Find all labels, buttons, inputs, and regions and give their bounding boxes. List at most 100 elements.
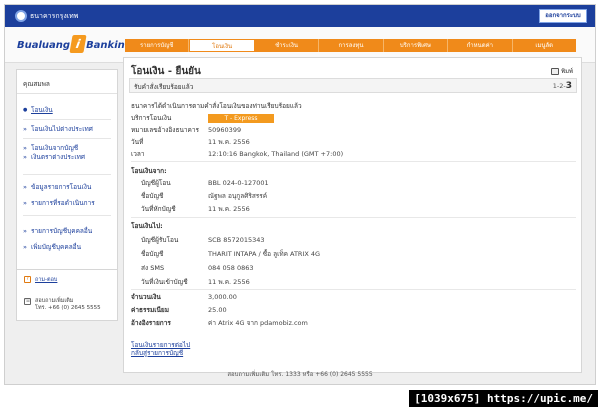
amount-label: จำนวนเงิน bbox=[131, 293, 161, 301]
divider bbox=[131, 217, 576, 218]
help-box: ? ถาม-ตอบ ☏ สอบถามเพิ่มเติม โทร. +66 (0)… bbox=[16, 269, 118, 321]
service-row: บริการโอนเงิน T - Express bbox=[131, 114, 274, 123]
sidebar-divider bbox=[23, 138, 111, 139]
memo-value: ค่า Atrix 4G จาก pdamobiz.com bbox=[208, 319, 308, 327]
logout-button[interactable]: ออกจากระบบ bbox=[539, 9, 587, 23]
memo-row: อ้างอิงรายการ ค่า Atrix 4G จาก pdamobiz.… bbox=[131, 319, 308, 328]
sidebar-divider bbox=[23, 215, 111, 216]
to-header: โอนเงินไป: bbox=[131, 222, 163, 230]
faq-link[interactable]: ถาม-ตอบ bbox=[35, 276, 57, 284]
sidebar-item-foreign-currency[interactable]: เงินตราต่างประเทศ bbox=[23, 153, 115, 162]
menu-transfer[interactable]: โอนเงิน bbox=[189, 39, 255, 52]
image-host-watermark: [1039x675] https://upic.me/ bbox=[409, 390, 598, 407]
sidebar-item-intl-transfer[interactable]: โอนเงินไปต่างประเทศ bbox=[23, 125, 115, 134]
menu-investment[interactable]: การลงทุน bbox=[319, 39, 384, 52]
sms-row: ส่ง SMS 084 058 0863 bbox=[131, 264, 254, 273]
steps-current: 3 bbox=[565, 81, 572, 91]
menu-special-services[interactable]: บริการพิเศษ bbox=[384, 39, 449, 52]
from-debit-row: วันที่หักบัญชี 11 พ.ค. 2556 bbox=[131, 205, 250, 214]
ref-row: หมายเลขอ้างอิงธนาคาร 50960399 bbox=[131, 126, 241, 135]
from-name-value: ณัฐพล อนุกูลศิริสรรค์ bbox=[208, 192, 268, 200]
contact-text: สอบถามเพิ่มเติม โทร. +66 (0) 2645 5555 bbox=[35, 298, 101, 312]
print-button[interactable]: พิมพ์ bbox=[551, 66, 573, 76]
credit-date-row: วันที่เงินเข้าบัญชี 11 พ.ค. 2556 bbox=[131, 278, 250, 287]
contact-row: ☏ สอบถามเพิ่มเติม โทร. +66 (0) 2645 5555 bbox=[24, 298, 101, 312]
to-name-row: ชื่อบัญชี THARIT INTAPA / ซื้อ ลูเท็ค AT… bbox=[131, 250, 320, 259]
from-account-value: BBL 024-0-127001 bbox=[208, 179, 269, 187]
credit-date-value: 11 พ.ค. 2556 bbox=[208, 278, 250, 286]
service-badge: T - Express bbox=[208, 114, 274, 123]
status-text: รับคำสั่งเรียบร้อยแล้ว bbox=[134, 83, 194, 91]
from-account-label: บัญชีผู้โอน bbox=[141, 179, 171, 187]
credit-date-label: วันที่เงินเข้าบัญชี bbox=[141, 278, 188, 286]
faq-row[interactable]: ? ถาม-ตอบ bbox=[24, 276, 57, 284]
main-menu: รายการบัญชี โอนเงิน ชำระเงิน การลงทุน บร… bbox=[125, 39, 576, 52]
menu-settings[interactable]: กำหนดค่า bbox=[448, 39, 513, 52]
menu-accounts[interactable]: รายการบัญชี bbox=[125, 39, 190, 52]
ref-value: 50960399 bbox=[208, 126, 242, 134]
bank-emblem-icon bbox=[15, 10, 27, 22]
from-name-label: ชื่อบัญชี bbox=[141, 192, 164, 200]
to-name-value: THARIT INTAPA / ซื้อ ลูเท็ค ATRIX 4G bbox=[208, 250, 321, 258]
time-label: เวลา bbox=[131, 150, 145, 158]
to-account-row: บัญชีผู้รับโอน SCB 8572015343 bbox=[131, 236, 265, 245]
memo-label: อ้างอิงรายการ bbox=[131, 319, 171, 327]
sidebar-item-transfer-info[interactable]: ข้อมูลรายการโอนเงิน bbox=[23, 183, 115, 192]
main-panel: โอนเงิน - ยืนยัน พิมพ์ รับคำสั่งเรียบร้อ… bbox=[123, 57, 582, 373]
from-debit-value: 11 พ.ค. 2556 bbox=[208, 205, 250, 213]
fee-row: ค่าธรรมเนียม 25.00 bbox=[131, 306, 227, 315]
sms-label: ส่ง SMS bbox=[141, 264, 165, 272]
time-value: 12:10:16 Bangkok, Thailand (GMT +7:00) bbox=[208, 150, 344, 158]
contact-phone: โทร. +66 (0) 2645 5555 bbox=[35, 305, 101, 311]
from-debit-label: วันที่หักบัญชี bbox=[141, 205, 176, 213]
sidebar-divider bbox=[23, 119, 111, 120]
printer-icon bbox=[551, 67, 560, 75]
phone-icon: ☏ bbox=[24, 298, 32, 305]
sidebar-item-pending[interactable]: รายการที่รอดำเนินการ bbox=[23, 199, 115, 208]
time-row: เวลา 12:10:16 Bangkok, Thailand (GMT +7:… bbox=[131, 150, 343, 159]
bank-name: ธนาคารกรุงเทพ bbox=[30, 11, 79, 20]
next-transfer-link[interactable]: โอนเงินรายการต่อไป bbox=[131, 341, 190, 349]
from-account-row: บัญชีผู้โอน BBL 024-0-127001 bbox=[131, 179, 269, 188]
status-box: รับคำสั่งเรียบร้อยแล้ว 1-2-3 bbox=[129, 78, 577, 93]
bottom-links: โอนเงินรายการต่อไป กลับสู่รายการบัญชี bbox=[131, 341, 190, 357]
brand-left: Bualuang bbox=[17, 40, 71, 51]
fee-label: ค่าธรรมเนียม bbox=[131, 306, 169, 314]
from-name-row: ชื่อบัญชี ณัฐพล อนุกูลศิริสรรค์ bbox=[131, 192, 267, 201]
date-label: วันที่ bbox=[131, 138, 144, 146]
contact-label: สอบถามเพิ่มเติม bbox=[35, 298, 74, 304]
print-label: พิมพ์ bbox=[561, 68, 573, 75]
from-header: โอนเงินจาก: bbox=[131, 167, 167, 175]
menu-payment[interactable]: ชำระเงิน bbox=[255, 39, 320, 52]
to-name-label: ชื่อบัญชี bbox=[141, 250, 164, 258]
sidebar-item-add-other-account[interactable]: เพิ่มบัญชีบุคคลอื่น bbox=[23, 243, 115, 252]
date-row: วันที่ 11 พ.ค. 2556 bbox=[131, 138, 250, 147]
service-label: บริการโอนเงิน bbox=[131, 114, 172, 122]
back-to-accounts-link[interactable]: กลับสู่รายการบัญชี bbox=[131, 349, 190, 357]
divider bbox=[131, 289, 576, 290]
sms-value: 084 058 0863 bbox=[208, 264, 254, 272]
bualuang-ibanking-logo[interactable]: Bualuang i Banking bbox=[17, 35, 132, 53]
fee-value: 25.00 bbox=[208, 306, 227, 314]
page-title: โอนเงิน - ยืนยัน bbox=[131, 66, 201, 77]
bank-logo[interactable]: ธนาคารกรุงเทพ bbox=[15, 10, 78, 22]
amount-value: 3,000.00 bbox=[208, 293, 237, 301]
faq-icon: ? bbox=[24, 276, 31, 283]
sidebar-divider bbox=[23, 174, 111, 175]
steps-prefix: 1-2- bbox=[552, 82, 566, 90]
bank-topbar: ธนาคารกรุงเทพ ออกจากระบบ bbox=[5, 5, 595, 27]
date-value: 11 พ.ค. 2556 bbox=[208, 138, 250, 146]
menu-shortcuts[interactable]: เมนูลัด bbox=[513, 39, 576, 52]
footer-contact: สอบถามเพิ่มเติม โทร. 1333 หรือ +66 (0) 2… bbox=[227, 371, 373, 378]
amount-row: จำนวนเงิน 3,000.00 bbox=[131, 293, 237, 302]
brand-i: i bbox=[69, 35, 87, 53]
sidebar-user-name: คุณสมพล bbox=[17, 70, 117, 94]
step-indicator: 1-2-3 bbox=[553, 81, 572, 91]
confirmation-note: ธนาคารได้ดำเนินการตามคำสั่งโอนเงินของท่า… bbox=[131, 102, 302, 110]
ref-label: หมายเลขอ้างอิงธนาคาร bbox=[131, 126, 200, 134]
sidebar-item-transfer-from-account[interactable]: โอนเงินจากบัญชี bbox=[23, 144, 115, 153]
browser-frame: ธนาคารกรุงเทพ ออกจากระบบ Bualuang i Bankin… bbox=[4, 4, 596, 385]
sidebar-item-other-accounts[interactable]: รายการบัญชีบุคคลอื่น bbox=[23, 227, 115, 236]
to-account-label: บัญชีผู้รับโอน bbox=[141, 236, 179, 244]
sidebar-item-transfer[interactable]: โอนเงิน bbox=[23, 106, 115, 115]
